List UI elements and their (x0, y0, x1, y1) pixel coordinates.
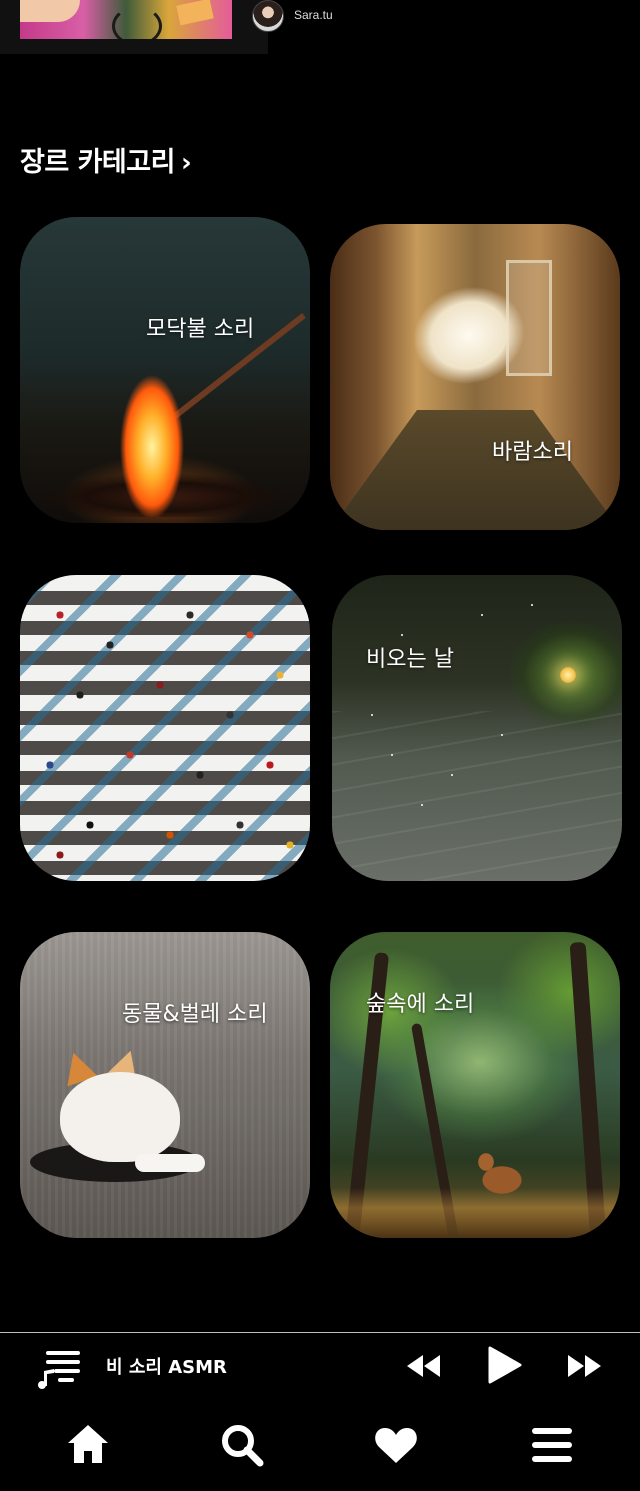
section-title-text: 장르 카테고리 (20, 147, 175, 178)
previous-card[interactable] (0, 0, 268, 54)
bottom-navigation (0, 1399, 640, 1491)
heart-icon[interactable] (372, 1421, 420, 1469)
chevron-right-icon: › (180, 148, 192, 178)
queue-music-icon[interactable] (36, 1347, 84, 1391)
genre-category-heading[interactable]: 장르 카테고리 › (20, 140, 192, 179)
category-tile-campfire[interactable]: 모닥불 소리 (20, 217, 310, 523)
home-icon[interactable] (64, 1421, 112, 1469)
category-label: 바람소리 (492, 440, 573, 465)
category-tile-crowd[interactable] (20, 575, 310, 881)
category-tile-animals[interactable]: 동물&벌레 소리 (20, 932, 310, 1238)
previous-icon[interactable] (404, 1347, 442, 1385)
next-icon[interactable] (566, 1347, 604, 1385)
search-icon[interactable] (218, 1421, 266, 1469)
username: Sara.tu (294, 8, 333, 22)
category-tile-forest[interactable]: 숲속에 소리 (330, 932, 620, 1238)
now-playing-bar[interactable]: 비 소리 ASMR (0, 1332, 640, 1400)
avatar[interactable] (252, 0, 284, 32)
previous-card-thumbnail (20, 0, 232, 39)
menu-icon[interactable] (528, 1421, 576, 1469)
category-label: 동물&벌레 소리 (122, 1002, 268, 1027)
category-label: 숲속에 소리 (366, 992, 475, 1017)
play-icon[interactable] (486, 1345, 522, 1385)
category-tile-rain[interactable]: 비오는 날 (332, 575, 622, 881)
now-playing-title: 비 소리 ASMR (106, 1357, 227, 1378)
category-label: 비오는 날 (366, 647, 454, 672)
category-label: 모닥불 소리 (146, 317, 255, 342)
category-tile-wind[interactable]: 바람소리 (330, 224, 620, 530)
